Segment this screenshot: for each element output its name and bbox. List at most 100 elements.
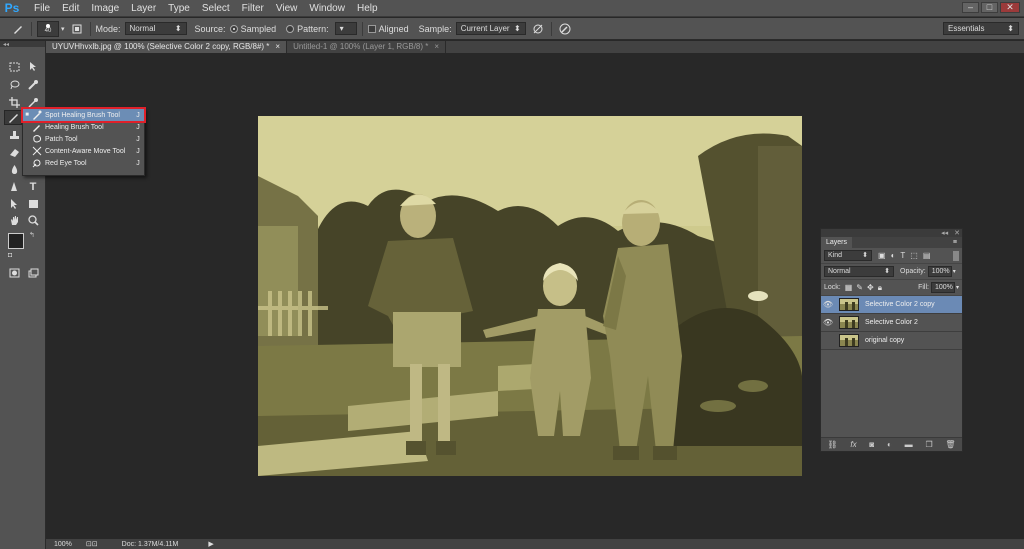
pixel-filter-icon[interactable]: ▣ <box>878 251 886 260</box>
delete-layer-icon[interactable]: 🗑︎ <box>945 440 955 449</box>
flyout-item-red-eye[interactable]: Red Eye Tool J <box>23 157 144 169</box>
lock-label: Lock: <box>824 284 841 291</box>
panel-menu-icon[interactable]: ≡ <box>948 237 962 248</box>
pressure-size-icon[interactable] <box>557 22 573 36</box>
add-mask-icon[interactable]: ◙ <box>869 440 874 449</box>
opacity-field[interactable]: 100% <box>927 266 952 277</box>
path-selection-tool-icon[interactable] <box>5 196 23 211</box>
zoom-level[interactable]: 100% <box>54 541 72 548</box>
screen-mode-icon[interactable] <box>24 265 42 280</box>
flyout-item-spot-healing-brush[interactable]: ■ Spot Healing Brush Tool J <box>21 107 146 123</box>
smart-object-filter-icon[interactable]: ▤ <box>923 251 931 260</box>
move-tool-icon[interactable] <box>24 59 42 74</box>
pattern-radio[interactable] <box>286 24 295 33</box>
fill-dropdown-icon[interactable]: ▾ <box>956 284 959 291</box>
doc-size: Doc: 1.37M/4.11M <box>121 540 179 548</box>
pattern-picker[interactable]: ▾ <box>334 22 357 35</box>
menu-item-window[interactable]: Window <box>303 0 351 17</box>
menu-item-file[interactable]: File <box>28 0 56 17</box>
restore-button[interactable]: □ <box>981 2 998 13</box>
eye-icon[interactable]: 👁︎ <box>821 300 835 309</box>
sample-select[interactable]: Current Layer ⬍ <box>455 22 526 35</box>
eraser-tool-icon[interactable] <box>5 145 23 160</box>
sampled-radio[interactable] <box>229 24 238 33</box>
quick-selection-tool-icon[interactable] <box>24 77 42 92</box>
workspace-value: Essentials <box>948 24 985 33</box>
type-tool-icon[interactable]: T <box>24 179 42 194</box>
status-menu-arrow-icon[interactable]: ▶ <box>208 540 213 548</box>
sampled-label: Sampled <box>240 23 277 34</box>
lock-all-icon[interactable]: 🔒︎ <box>878 283 882 293</box>
close-button[interactable]: ✕ <box>1000 2 1020 13</box>
flyout-item-content-aware-move[interactable]: Content-Aware Move Tool J <box>23 145 144 157</box>
menu-item-layer[interactable]: Layer <box>125 0 162 17</box>
tab-layers[interactable]: Layers <box>821 237 853 248</box>
close-panel-icon[interactable]: ✕ <box>954 229 960 237</box>
layer-style-icon[interactable]: fx <box>850 440 856 449</box>
new-group-icon[interactable]: ▬ <box>905 440 913 449</box>
crop-tool-icon[interactable] <box>5 95 23 110</box>
fill-field[interactable]: 100% <box>930 282 955 293</box>
menu-item-view[interactable]: View <box>270 0 304 17</box>
zoom-tool-icon[interactable] <box>24 213 42 228</box>
minimize-button[interactable]: – <box>962 2 979 13</box>
lock-pixels-icon[interactable]: ✎ <box>856 283 863 293</box>
spot-healing-brush-icon <box>31 110 43 120</box>
menu-item-select[interactable]: Select <box>196 0 236 17</box>
marquee-tool-icon[interactable] <box>5 59 23 74</box>
layer-row[interactable]: 👁︎ Selective Color 2 copy <box>821 296 962 314</box>
toolbar-collapse-icon[interactable]: ◂◂ <box>0 41 45 48</box>
swap-colors-icon[interactable]: ↰ <box>29 231 35 239</box>
tab-close-icon[interactable]: × <box>275 41 280 53</box>
rectangle-tool-icon[interactable] <box>24 196 42 211</box>
brush-panel-icon[interactable] <box>69 22 85 36</box>
ignore-adjustment-layers-icon[interactable] <box>530 22 546 36</box>
type-filter-icon[interactable]: T <box>900 251 905 260</box>
workspace-select[interactable]: Essentials ⬍ <box>943 22 1019 35</box>
flyout-item-shortcut: J <box>136 159 140 167</box>
lock-transparency-icon[interactable]: ▦ <box>845 283 853 293</box>
brush-size-picker[interactable]: 40 <box>37 20 59 37</box>
menu-item-type[interactable]: Type <box>162 0 196 17</box>
filter-kind-select[interactable]: Kind ⬍ <box>824 250 872 261</box>
adjustment-layer-icon[interactable]: ◐ <box>887 440 892 449</box>
menu-item-edit[interactable]: Edit <box>56 0 85 17</box>
blend-mode-select[interactable]: Normal ⬍ <box>824 266 894 277</box>
filter-toggle-icon[interactable] <box>953 250 959 261</box>
blur-tool-icon[interactable] <box>5 162 23 177</box>
aligned-checkbox[interactable] <box>367 24 376 33</box>
opacity-dropdown-icon[interactable]: ▾ <box>953 268 956 275</box>
layer-row[interactable]: original copy <box>821 332 962 350</box>
pen-tool-icon[interactable] <box>5 179 23 194</box>
adjustment-filter-icon[interactable]: ◐ <box>891 251 896 260</box>
lasso-tool-icon[interactable] <box>5 77 23 92</box>
tab-close-icon[interactable]: × <box>434 41 439 53</box>
brush-dropdown-icon[interactable]: ▾ <box>61 25 65 33</box>
document-image[interactable] <box>258 116 802 476</box>
status-info-icon[interactable]: ⊡⊡ <box>86 540 98 548</box>
menu-item-filter[interactable]: Filter <box>236 0 270 17</box>
flyout-item-patch-tool[interactable]: Patch Tool J <box>23 133 144 145</box>
link-layers-icon[interactable]: ⛓︎ <box>827 440 837 449</box>
blend-mode-value: Normal <box>828 268 851 275</box>
foreground-color-swatch[interactable] <box>8 233 24 249</box>
spot-healing-brush-tool-icon[interactable] <box>4 110 22 125</box>
quick-mask-icon[interactable] <box>5 265 23 280</box>
eye-icon[interactable]: 👁︎ <box>821 318 835 327</box>
tab-document-2[interactable]: Untitled-1 @ 100% (Layer 1, RGB/8) * × <box>287 41 447 53</box>
layer-row[interactable]: 👁︎ Selective Color 2 <box>821 314 962 332</box>
new-layer-icon[interactable]: ❐ <box>925 440 932 449</box>
menu-item-help[interactable]: Help <box>351 0 384 17</box>
clone-stamp-tool-icon[interactable] <box>5 128 23 143</box>
tool-preset-icon[interactable] <box>10 22 26 36</box>
tab-document-1[interactable]: UYUVHhvxlb.jpg @ 100% (Selective Color 2… <box>46 41 288 53</box>
shape-filter-icon[interactable]: ⬚ <box>910 251 918 260</box>
lock-position-icon[interactable]: ✥ <box>867 283 874 293</box>
flyout-item-healing-brush[interactable]: Healing Brush Tool J <box>23 121 144 133</box>
menu-item-image[interactable]: Image <box>85 0 125 17</box>
hand-tool-icon[interactable] <box>5 213 23 228</box>
mode-select[interactable]: Normal ⬍ <box>124 22 187 35</box>
layer-list: 👁︎ Selective Color 2 copy 👁︎ Selective Colo… <box>821 296 962 350</box>
default-colors-icon[interactable]: ◘ <box>8 252 12 259</box>
collapse-panel-icon[interactable]: ◂◂ <box>941 229 948 237</box>
